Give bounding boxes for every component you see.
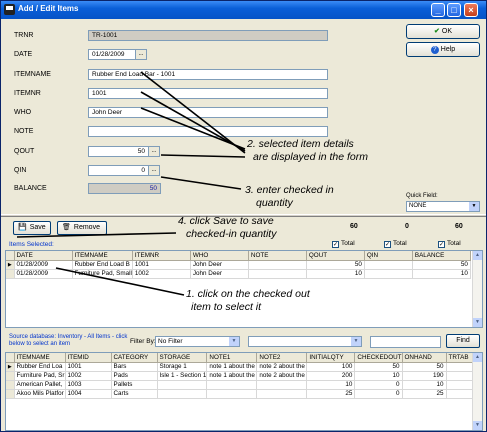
row-selector-icon[interactable]: ▶ [6, 362, 15, 372]
scroll-up-icon[interactable]: ▲ [473, 353, 482, 362]
save-button[interactable]: 💾 Save [13, 221, 51, 235]
scroll-down-icon[interactable]: ▼ [473, 421, 482, 430]
column-header[interactable]: NOTE [248, 251, 307, 261]
total-balance-checkbox[interactable]: ✓ Total [438, 240, 461, 248]
note-label: NOTE [14, 128, 34, 135]
app-icon [4, 4, 15, 15]
save-icon: 💾 [18, 224, 27, 231]
table-header: ITEMNAME ITEMID CATEGORY STORAGE NOTE1 N… [6, 353, 477, 363]
column-header[interactable]: ITEMNAME [72, 251, 133, 261]
annotation-step-4: 4. click Save to save checked-in quantity [178, 215, 277, 240]
title-bar: Add / Edit Items _ □ × [1, 1, 486, 19]
chevron-down-icon: ▼ [351, 337, 361, 346]
minimize-button[interactable]: _ [431, 3, 445, 17]
table-row[interactable]: 01/28/2009 Furniture Pad, Small 1002 Joh… [6, 269, 471, 279]
qout-field[interactable]: 50 [88, 146, 149, 157]
column-header[interactable]: INITIALQTY [306, 353, 356, 363]
row-selector-icon[interactable]: ▶ [6, 260, 15, 270]
total-qout-checkbox[interactable]: ✓ Total [332, 240, 355, 248]
column-header[interactable]: BALANCE [412, 251, 471, 261]
qin-label: QIN [14, 167, 27, 174]
column-header[interactable]: ITEMNAME [14, 353, 66, 363]
annotation-step-1: 1. click on the checked out item to selec… [186, 288, 310, 313]
column-header[interactable]: NOTE1 [206, 353, 258, 363]
column-header[interactable]: QIN [364, 251, 413, 261]
total-qin: 0 [405, 223, 409, 230]
qin-calc-button[interactable]: ... [148, 165, 160, 176]
total-balance: 60 [455, 223, 463, 230]
balance-label: BALANCE [14, 185, 47, 192]
note-field[interactable] [88, 126, 328, 137]
add-edit-items-window: Add / Edit Items _ □ × TRNR TR-1001 DATE… [0, 0, 487, 432]
find-input[interactable] [370, 336, 441, 348]
table-row[interactable]: American Pallet, 1003 Pallets 10 0 10 [6, 380, 477, 390]
window-title: Add / Edit Items [18, 4, 79, 13]
date-field[interactable]: 01/28/2009 [88, 49, 136, 60]
column-header[interactable]: ITEMID [65, 353, 112, 363]
total-qin-checkbox[interactable]: ✓ Total [384, 240, 407, 248]
column-header[interactable]: CATEGORY [111, 353, 158, 363]
column-header[interactable]: QOUT [306, 251, 365, 261]
vertical-scrollbar[interactable]: ▲ ▼ [472, 251, 482, 327]
chevron-down-icon: ▼ [469, 202, 479, 211]
total-qout: 60 [350, 223, 358, 230]
table-row[interactable]: ▶ Rubber End Loa 1001 Bars Storage 1 not… [6, 362, 477, 372]
column-header[interactable]: CHECKEDOUT [354, 353, 403, 363]
column-header[interactable]: WHO [190, 251, 249, 261]
chevron-down-icon: ▼ [229, 337, 239, 346]
qout-calc-button[interactable]: ... [148, 146, 160, 157]
column-header[interactable]: ITEMNR [132, 251, 191, 261]
itemnr-label: ITEMNR [14, 90, 41, 97]
remove-button[interactable]: 🗑 Remove [57, 221, 107, 235]
who-field[interactable]: John Deer [88, 107, 328, 118]
quick-field-select[interactable]: NONE ▼ [406, 201, 480, 212]
date-picker-button[interactable]: ... [135, 49, 147, 60]
annotation-step-3: 3. enter checked in quantity [245, 184, 334, 209]
source-database-text: Source database: Inventory - All Items -… [9, 334, 128, 347]
itemnr-field[interactable]: 1001 [88, 88, 328, 99]
maximize-button[interactable]: □ [447, 3, 461, 17]
help-button[interactable]: ? Help [406, 42, 480, 57]
trnr-label: TRNR [14, 32, 34, 39]
column-header[interactable]: DATE [14, 251, 73, 261]
checkmark-icon: ✔ [434, 28, 440, 35]
inventory-items-grid: ITEMNAME ITEMID CATEGORY STORAGE NOTE1 N… [5, 352, 483, 431]
trnr-field[interactable]: TR-1001 [88, 30, 328, 41]
table-row[interactable]: Akoo Mils Platfor 1004 Carts 25 0 25 [6, 389, 477, 399]
table-row[interactable]: Furniture Pad, Sr 1002 Pads Isle 1 - Sec… [6, 371, 477, 381]
find-button[interactable]: Find [446, 334, 480, 348]
qout-label: QOUT [14, 148, 35, 155]
itemname-label: ITEMNAME [14, 71, 51, 78]
items-selected-label: Items Selected: [9, 241, 54, 248]
filter-select[interactable]: No Filter ▼ [155, 336, 240, 347]
who-label: WHO [14, 109, 32, 116]
ok-button[interactable]: ✔ OK [406, 24, 480, 39]
column-header[interactable]: NOTE2 [256, 353, 308, 363]
column-header[interactable]: ONHAND [402, 353, 447, 363]
qin-field[interactable]: 0 [88, 165, 149, 176]
table-header: DATE ITEMNAME ITEMNR WHO NOTE QOUT QIN B… [6, 251, 471, 261]
close-button[interactable]: × [464, 3, 478, 17]
trash-icon: 🗑 [62, 224, 71, 231]
filter-by-label: Filter By: [130, 338, 156, 345]
filter-value-select[interactable]: ▼ [248, 336, 362, 347]
quick-field-label: Quick Field: [406, 193, 438, 199]
table-row[interactable]: ▶ 01/28/2009 Rubber End Load B 1001 John… [6, 260, 471, 270]
scroll-up-icon[interactable]: ▲ [473, 251, 482, 260]
balance-field: 50 [88, 183, 161, 194]
date-label: DATE [14, 51, 33, 58]
column-header[interactable]: STORAGE [157, 353, 208, 363]
question-icon: ? [430, 46, 439, 54]
itemname-field[interactable]: Rubber End Load Bar - 1001 [88, 69, 328, 80]
annotation-step-2: 2. selected item details are displayed in… [247, 138, 368, 163]
scroll-down-icon[interactable]: ▼ [473, 318, 482, 327]
vertical-scrollbar[interactable]: ▲ ▼ [472, 353, 482, 430]
